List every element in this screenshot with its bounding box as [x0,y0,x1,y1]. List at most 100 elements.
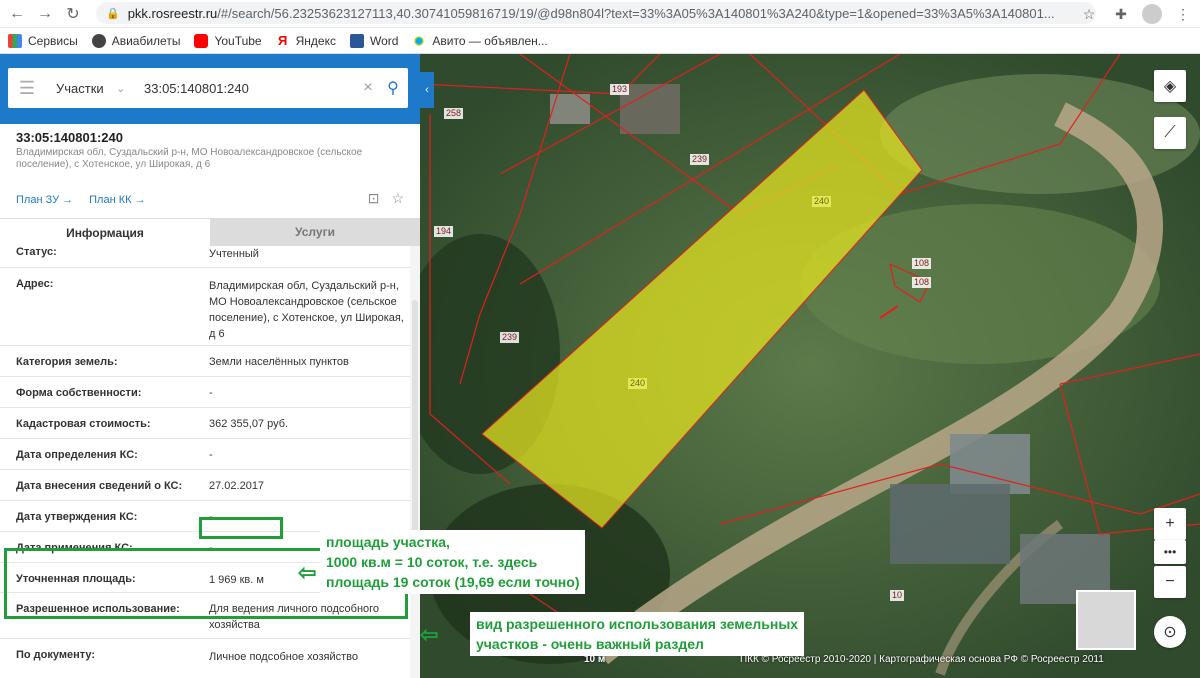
bookmark-label: YouTube [214,33,262,48]
word-icon [349,33,364,48]
area-annotation: площадь участка, 1000 кв.м = 10 соток, т… [320,530,586,594]
parcel-address: Владимирская обл, Суздальский р-н, МО Но… [16,147,363,170]
scrollbar-thumb[interactable] [412,300,418,560]
field-cadastral-value: Кадастровая стоимость: 362 355,07 руб. [0,408,410,439]
field-label: Категория земель: [16,356,118,368]
search-box: ☰ Участки ⌄ 33:05:140801:240 × ⚲ [8,68,408,108]
search-input[interactable]: 33:05:140801:240 [144,81,358,96]
yandex-icon: Я [275,33,290,48]
bookmark-services[interactable]: Сервисы [8,33,78,48]
left-arrow-icon: ⇦ [420,622,439,647]
plan-zu-link[interactable]: План ЗУ → [16,194,73,206]
bookmarks-bar: Сервисы Авиабилеты YouTube Я Яндекс Word… [0,28,1200,54]
lock-icon: 🔒 [106,7,120,20]
url-host: pkk.rosreestr.ru [127,5,218,21]
bookmark-youtube[interactable]: YouTube [194,33,262,48]
tab-services[interactable]: Услуги [210,218,420,246]
parcel-label[interactable]: 194 [434,226,454,237]
parcel-label[interactable]: 258 [444,108,464,119]
tab-info[interactable]: Информация [0,218,210,246]
chevron-down-icon[interactable]: ⌄ [116,82,136,95]
search-icon[interactable]: ⚲ [378,78,408,98]
layers-icon: ◈ [1163,78,1177,95]
bookmark-label: Авито — объявлен... [432,33,548,48]
ruler-icon: ⟋ [1164,124,1176,141]
zoom-to-object-icon[interactable]: ⊡ [368,190,380,207]
bookmark-word[interactable]: Word [349,33,399,48]
plus-icon: + [1165,515,1175,532]
parcel-label[interactable]: 108 [912,258,932,269]
extensions-icon[interactable]: ✚ [1110,3,1132,25]
field-ks-determination-date: Дата определения КС: - [0,439,410,470]
field-label: Кадастровая стоимость: [16,418,151,430]
bookmark-label: Яндекс [295,33,336,48]
field-value: Личное подсобное хозяйство [209,651,359,663]
area-highlight-box [199,517,283,539]
bookmark-label: Word [369,33,399,48]
zoom-in-button[interactable]: + [1154,508,1186,540]
bookmark-avito[interactable]: Авито — объявлен... [412,33,548,48]
field-ks-entry-date: Дата внесения сведений о КС: 27.02.2017 [0,470,410,501]
collapse-panel-button[interactable]: ‹ [420,72,434,108]
parcel-number: 33:05:140801:240 [16,130,123,145]
parcel-label[interactable]: 108 [912,277,932,288]
parcel-label[interactable]: 239 [500,332,520,343]
annotation-line: 1000 кв.м = 10 соток, т.е. здесь [326,554,538,570]
favorite-star-icon[interactable]: ☆ [391,190,404,207]
minus-icon: − [1165,573,1175,590]
field-value: - [209,387,213,399]
clear-icon[interactable]: × [358,79,378,97]
field-status: Статус: Учтенный [0,246,410,268]
field-label: По документу: [16,649,96,661]
star-icon[interactable]: ☆ [1078,3,1100,25]
field-address: Адрес: Владимирская обл, Суздальский р-н… [0,268,410,346]
more-button[interactable]: ••• [1154,540,1186,564]
field-category: Категория земель: Земли населённых пункт… [0,346,410,377]
bookmark-avia[interactable]: Авиабилеты [91,33,181,48]
field-label: Адрес: [16,278,54,290]
back-icon[interactable]: ← [6,3,28,25]
field-value: 362 355,07 руб. [209,418,289,430]
minimap[interactable] [1076,590,1136,650]
bookmark-yandex[interactable]: Я Яндекс [275,33,336,48]
usage-annotation: вид разрешенного использования земельных… [470,612,805,656]
left-arrow-icon: ⇦ [298,560,317,585]
field-value: Земли населённых пунктов [209,356,349,368]
search-header: ☰ Участки ⌄ 33:05:140801:240 × ⚲ [0,54,420,124]
reload-icon[interactable]: ↻ [62,3,84,25]
avito-icon [412,33,427,48]
address-bar[interactable]: 🔒 pkk.rosreestr.ru /#/search/56.23253623… [96,2,1096,24]
globe-icon [91,33,106,48]
parcel-label[interactable]: 10 [890,590,905,601]
parcel-label[interactable]: 240 [628,378,648,389]
ellipsis-icon: ••• [1163,545,1177,559]
menu-icon[interactable]: ⋮ [1172,3,1194,25]
profile-avatar[interactable] [1142,4,1162,24]
youtube-icon [194,33,209,48]
field-by-document: По документу: Личное подсобное хозяйство [0,639,410,671]
annotation-line: площадь участка, [326,534,450,550]
field-value: Учтенный [209,248,259,260]
field-label: Дата утверждения КС: [16,511,138,523]
field-label: Статус: [16,246,57,258]
compass-button[interactable]: ⊙ [1154,616,1186,648]
field-ownership: Форма собственности: - [0,377,410,408]
field-label: Форма собственности: [16,387,142,399]
annotation-line: площадь 19 соток (19,69 если точно) [326,574,580,590]
annotation-line: вид разрешенного использования земельных [476,616,799,632]
layers-button[interactable]: ◈ [1154,70,1186,102]
bookmark-label: Сервисы [28,33,78,48]
search-type-select[interactable]: Участки [56,81,116,96]
bookmark-label: Авиабилеты [111,33,181,48]
parcel-label[interactable]: 240 [812,196,832,207]
forward-icon[interactable]: → [34,3,56,25]
annotation-line: участков - очень важный раздел [476,636,704,652]
parcel-label[interactable]: 239 [690,154,710,165]
plan-kk-link[interactable]: План КК → [89,194,145,206]
field-value: 27.02.2017 [209,480,265,492]
parcel-label[interactable]: 193 [610,84,630,95]
zoom-out-button[interactable]: − [1154,566,1186,598]
hamburger-menu-icon[interactable]: ☰ [8,78,46,99]
measure-button[interactable]: ⟋ [1154,117,1186,149]
compass-icon: ⊙ [1163,624,1177,641]
